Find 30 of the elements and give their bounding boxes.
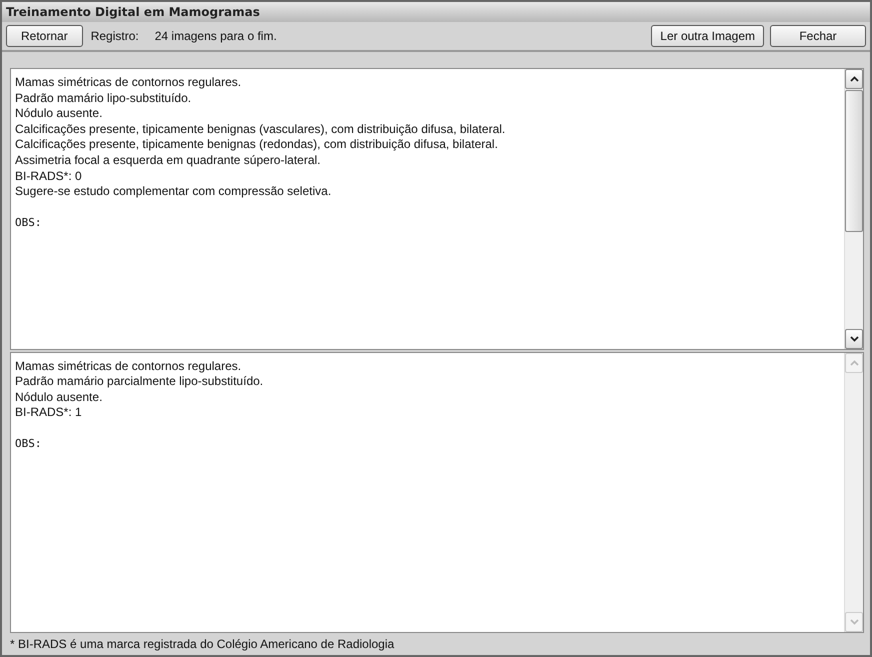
report-line: BI-RADS*: 0: [15, 168, 83, 184]
chevron-up-icon: [850, 360, 858, 366]
report-line: Calcificações presente, tipicamente benignas (vasculares), com distribuição difusa, bilateral.: [15, 122, 506, 138]
close-button[interactable]: Fechar: [770, 25, 866, 47]
chevron-up-icon: [850, 76, 858, 82]
scroll-thumb[interactable]: [845, 90, 863, 232]
report-line: Padrão mamário parcialmente lipo-substituído.: [15, 374, 264, 390]
obs-label: OBS:: [15, 215, 42, 231]
registro-label: Registro:: [90, 29, 139, 43]
chevron-down-icon: [850, 619, 858, 625]
report-line: Assimetria focal a esquerda em quadrante súpero-lateral.: [15, 152, 322, 169]
report-line: Sugere-se estudo complementar com compressão seletiva.: [15, 184, 332, 200]
report-line: Padrão mamário lipo-substituído.: [15, 90, 192, 106]
window-title: Treinamento Digital em Mamogramas: [2, 2, 870, 22]
report-line: BI-RADS*: 1: [15, 405, 83, 421]
obs-label: OBS:: [15, 436, 42, 452]
report-line: Nódulo ausente.: [15, 390, 104, 406]
report-line: Nódulo ausente.: [15, 106, 104, 122]
report-line: Calcificações presente, tipicamente benignas (redondas), com distribuição difusa, bilateral.: [15, 137, 499, 153]
scrollbar[interactable]: [844, 69, 863, 348]
report-line: Mamas simétricas de contornos regulares.: [15, 358, 242, 374]
scroll-up-button[interactable]: [845, 69, 863, 89]
chevron-down-icon: [850, 336, 858, 342]
report-textarea[interactable]: [10, 68, 864, 350]
report-line: Mamas simétricas de contornos regulares.: [15, 75, 242, 91]
return-button[interactable]: Retornar: [6, 25, 83, 47]
footnote: * BI-RADS é uma marca registrada do Colégio Americano de Radiologia: [9, 636, 396, 653]
scroll-down-button[interactable]: [845, 328, 863, 348]
registro-value: 24 imagens para o fim.: [154, 29, 277, 43]
load-image-button[interactable]: Ler outra Imagem: [651, 25, 764, 47]
